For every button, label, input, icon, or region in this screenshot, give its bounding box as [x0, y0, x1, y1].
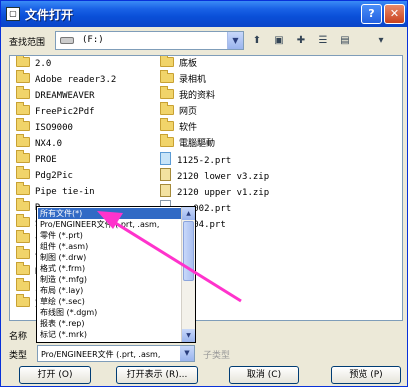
- window-title: 文件打开: [25, 8, 74, 22]
- folder-icon: [16, 118, 30, 131]
- folder-icon: [160, 118, 174, 131]
- list-item[interactable]: Pipe tie-in: [16, 182, 95, 201]
- dropdown-option[interactable]: 所有文件(*): [38, 208, 182, 219]
- list-item[interactable]: 1125-2.prt: [160, 152, 231, 169]
- open-representation-button[interactable]: 打开表示 (R)...: [116, 366, 198, 384]
- new-folder-icon[interactable]: ✚: [293, 33, 309, 48]
- folder-icon: [160, 70, 174, 83]
- lookin-label: 查找范围: [9, 38, 46, 48]
- dropdown-option[interactable]: 标记 (*.mrk): [38, 329, 182, 340]
- folder-icon: [16, 294, 30, 307]
- filetype-label: 类型: [9, 351, 28, 361]
- dropdown-option[interactable]: Pro/ENGINEER文件 (.prt, .asm,: [38, 219, 182, 230]
- details-view-icon[interactable]: ▤: [337, 33, 353, 48]
- chevron-down-icon[interactable]: ▼: [227, 32, 243, 49]
- filetype-value: Pro/ENGINEER文件 (.prt, .asm,: [41, 350, 161, 359]
- folder-icon: [16, 198, 30, 211]
- folder-icon: [160, 134, 174, 147]
- chevron-down-icon[interactable]: ▼: [180, 346, 194, 361]
- help-button[interactable]: ?: [361, 4, 382, 24]
- list-item[interactable]: 電腦驅動: [160, 134, 215, 153]
- dropdown-option[interactable]: 制造 (*.mfg): [38, 274, 182, 285]
- folder-icon: [160, 56, 174, 67]
- filetype-select[interactable]: Pro/ENGINEER文件 (.prt, .asm, ▼: [37, 345, 195, 362]
- dropdown-option[interactable]: 零件 (*.prt): [38, 230, 182, 241]
- dropdown-option[interactable]: 报表 (*.rep): [38, 318, 182, 329]
- dropdown-scrollbar[interactable]: ▲ ▼: [181, 207, 195, 342]
- folder-icon: [16, 262, 30, 275]
- folder-icon: [16, 166, 30, 179]
- folder-icon: [16, 230, 30, 243]
- lookin-combo[interactable]: (F:) ▼: [55, 31, 244, 50]
- dropdown-option[interactable]: 草绘 (*.sec): [38, 296, 182, 307]
- desktop-icon[interactable]: ▣: [271, 33, 287, 48]
- subtype-label: 子类型: [203, 351, 231, 361]
- list-item[interactable]: 我的资料: [160, 86, 215, 105]
- list-item[interactable]: Adobe reader3.2: [16, 70, 116, 89]
- folder-icon: [16, 150, 30, 163]
- list-item[interactable]: DREAMWEAVER: [16, 86, 95, 105]
- list-item[interactable]: 2120 upper v1.zip: [160, 184, 269, 201]
- dropdown-option[interactable]: 格式 (*.frm): [38, 263, 182, 274]
- drive-icon: [60, 37, 74, 44]
- file-open-dialog: ▢ 文件打开 ? ✕ 查找范围 (F:) ▼ ⬆ ▣ ✚ ☰ ▤ ▾ 2.0 A…: [0, 0, 408, 387]
- folder-icon: [16, 134, 30, 147]
- tools-icon[interactable]: ▾: [373, 33, 389, 48]
- folder-icon: [16, 182, 30, 195]
- list-view-icon[interactable]: ☰: [315, 33, 331, 48]
- zip-file-icon: [160, 168, 171, 181]
- folder-icon: [160, 102, 174, 115]
- dropdown-option[interactable]: 布局 (*.lay): [38, 285, 182, 296]
- list-item[interactable]: ISO9000: [16, 118, 73, 137]
- dropdown-option[interactable]: 布线图 (*.dgm): [38, 307, 182, 318]
- folder-icon: [160, 86, 174, 99]
- scroll-up-icon[interactable]: ▲: [182, 207, 195, 220]
- folder-icon: [16, 214, 30, 227]
- prt-file-icon: [160, 152, 171, 165]
- folder-icon: [16, 102, 30, 115]
- title-bar[interactable]: ▢ 文件打开 ? ✕: [1, 1, 407, 27]
- folder-icon: [16, 278, 30, 291]
- dropdown-option[interactable]: 制图 (*.drw): [38, 252, 182, 263]
- filename-label: 名称: [9, 332, 28, 342]
- dropdown-option[interactable]: 组件 (*.asm): [38, 241, 182, 252]
- scroll-down-icon[interactable]: ▼: [182, 329, 195, 342]
- preview-button[interactable]: 预览 (P): [331, 366, 401, 384]
- list-item[interactable]: FreePic2Pdf: [16, 102, 95, 121]
- window-icon: ▢: [6, 7, 20, 21]
- up-folder-icon[interactable]: ⬆: [249, 33, 265, 48]
- filetype-dropdown-list[interactable]: 所有文件(*) Pro/ENGINEER文件 (.prt, .asm, 零件 (…: [36, 206, 196, 343]
- cancel-button[interactable]: 取消 (C): [229, 366, 299, 384]
- list-item[interactable]: Pdg2Pic: [16, 166, 73, 185]
- lookin-value: (F:): [82, 35, 104, 45]
- scrollbar-thumb[interactable]: [183, 221, 194, 281]
- folder-icon: [16, 246, 30, 259]
- folder-icon: [16, 56, 30, 67]
- close-button[interactable]: ✕: [384, 4, 405, 24]
- list-item[interactable]: 2120 lower v3.zip: [160, 168, 269, 185]
- folder-icon: [16, 86, 30, 99]
- open-button[interactable]: 打开 (O): [19, 366, 91, 384]
- folder-icon: [16, 70, 30, 83]
- zip-file-icon: [160, 184, 171, 197]
